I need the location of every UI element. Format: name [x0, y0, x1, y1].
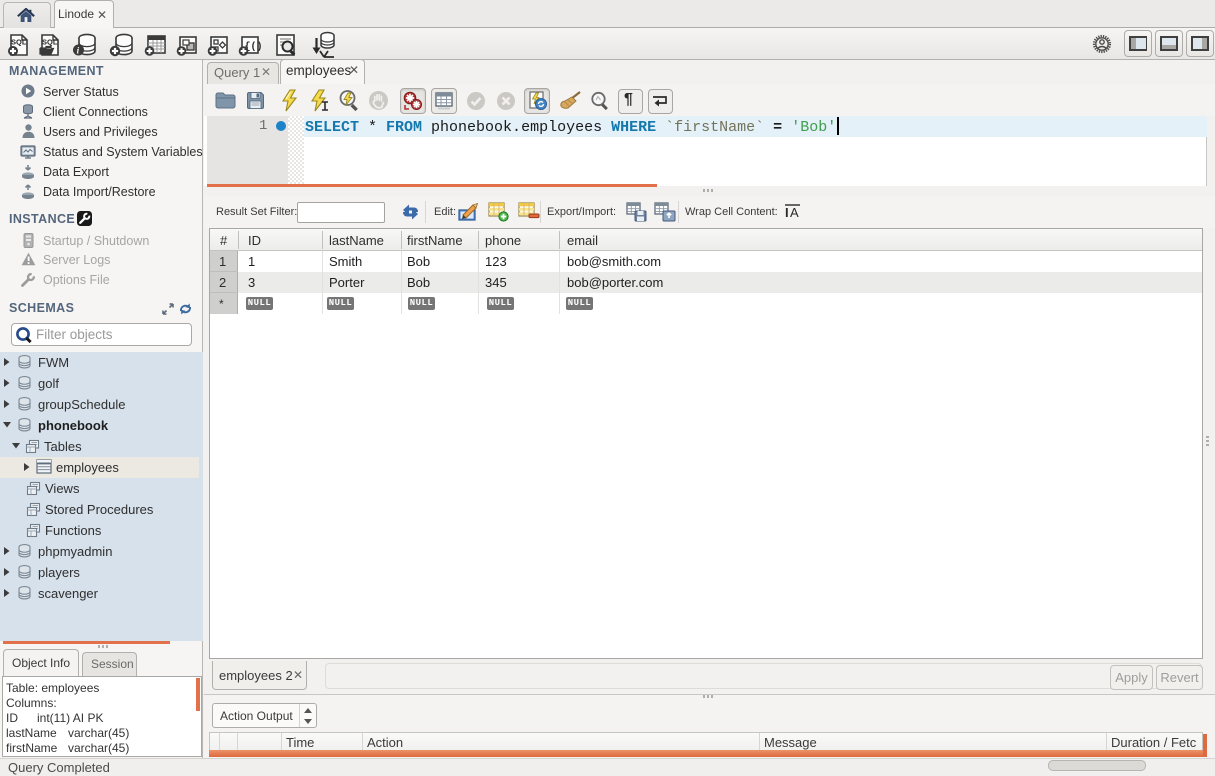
svg-text:SQL: SQL [42, 38, 58, 47]
svg-text:I: I [785, 205, 789, 220]
svg-text:SQL: SQL [11, 38, 27, 47]
svg-text:A: A [790, 205, 799, 220]
